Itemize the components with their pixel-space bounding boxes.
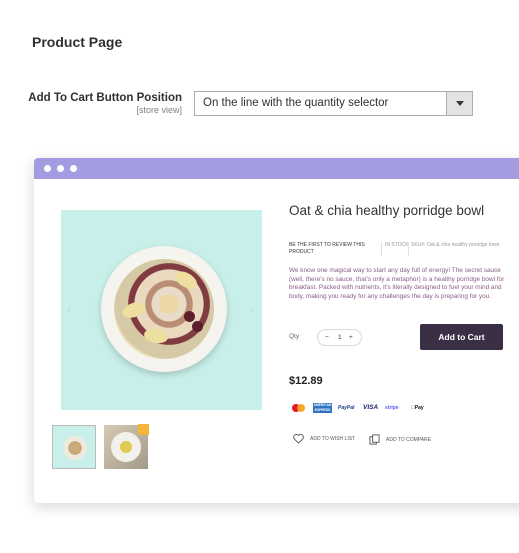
banana-slice (172, 267, 200, 293)
amex-icon: AMERICAN EXPRESS (313, 403, 332, 413)
thumbnail-2[interactable] (104, 424, 149, 469)
stock-status: IN STOCK (385, 242, 409, 248)
berry (184, 311, 195, 322)
section-title: Product Page (32, 34, 123, 50)
thumbnail-bowl (111, 432, 141, 462)
add-to-cart-position-select[interactable]: On the line with the quantity selector (194, 91, 473, 116)
compare-icon (369, 434, 380, 445)
apple-pay-icon: Pay (411, 405, 424, 415)
apple-pay-label: Pay (411, 405, 424, 411)
mastercard-icon (292, 403, 306, 413)
thumbnail-1[interactable] (52, 425, 96, 469)
product-title: Oat & chia healthy porridge bowl (289, 203, 485, 218)
next-image-arrow[interactable]: › (250, 302, 254, 316)
berry (192, 321, 203, 332)
qty-minus-button[interactable]: − (325, 334, 329, 341)
product-price: $12.89 (289, 375, 323, 387)
chevron-down-icon[interactable] (446, 92, 472, 115)
add-to-cart-button[interactable]: Add to Cart (420, 324, 503, 350)
banana-slice (120, 299, 148, 321)
paypal-icon: PayPal (338, 405, 355, 411)
add-to-wishlist-link[interactable]: ADD TO WISH LIST (293, 434, 355, 444)
qty-label: Qty (289, 333, 300, 340)
porridge-bowl-image (101, 246, 227, 372)
qty-plus-button[interactable]: + (349, 334, 353, 341)
product-description: We know one magical way to start any day… (289, 267, 505, 300)
heart-icon (293, 434, 304, 444)
product-page-preview: ‹ › Oat & chia healthy porridge bowl BE … (34, 158, 519, 503)
prev-image-arrow[interactable]: ‹ (67, 302, 71, 316)
sku: SKU#: Oat & chia healthy porridge bowl (411, 242, 500, 248)
visa-icon: VISA (363, 404, 379, 411)
product-main-image: ‹ › (61, 210, 262, 410)
quantity-stepper[interactable]: − 1 + (317, 329, 362, 346)
wishlist-label: ADD TO WISH LIST (310, 436, 356, 442)
meta-divider (408, 242, 409, 256)
porridge-contents (114, 259, 214, 359)
meta-divider (381, 242, 382, 256)
window-dot (70, 165, 77, 172)
compare-label: ADD TO COMPARE (386, 436, 432, 443)
field-label: Add To Cart Button Position [store view] (28, 92, 182, 115)
window-dot (57, 165, 64, 172)
qty-value[interactable]: 1 (338, 334, 342, 341)
field-label-text: Add To Cart Button Position (28, 92, 182, 104)
thumbnail-bowl (63, 436, 87, 460)
window-dot (44, 165, 51, 172)
add-to-compare-link[interactable]: ADD TO COMPARE (369, 434, 431, 445)
field-scope: [store view] (136, 105, 182, 115)
banana-slice (142, 327, 170, 345)
stripe-icon: stripe (385, 405, 399, 411)
select-value: On the line with the quantity selector (203, 97, 389, 109)
thumbnail-badge (138, 424, 149, 435)
window-bar (34, 158, 519, 179)
review-link[interactable]: BE THE FIRST TO REVIEW THIS PRODUCT (289, 242, 379, 256)
